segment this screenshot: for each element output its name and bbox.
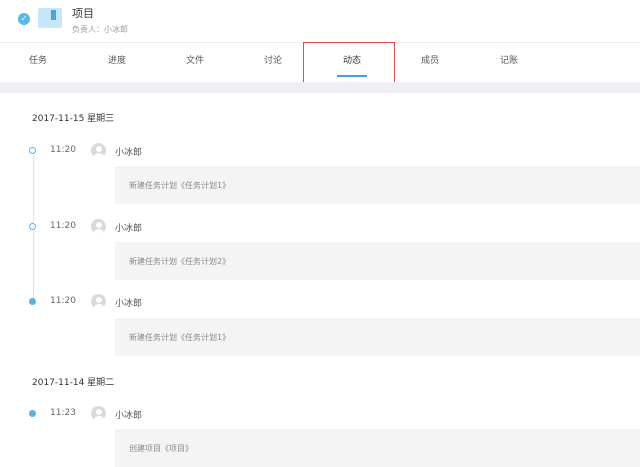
project-folder-icon — [38, 8, 62, 28]
avatar[interactable] — [91, 143, 106, 158]
date-heading: 2017-11-15 星期三 — [32, 114, 115, 124]
entry-time: 11:20 — [50, 221, 76, 231]
project-title[interactable]: 项目 — [72, 5, 94, 21]
timeline-dot — [29, 223, 36, 230]
timeline-dot — [29, 410, 36, 417]
date-heading: 2017-11-14 星期二 — [32, 378, 115, 388]
entry-user[interactable]: 小冰郎 — [115, 145, 142, 158]
entry-time: 11:20 — [50, 145, 76, 155]
avatar[interactable] — [91, 406, 106, 421]
entry-content-box[interactable]: 新建任务计划《任务计划1》 — [115, 166, 640, 204]
project-owner: 负责人：小冰郎 — [72, 25, 128, 34]
project-header: ✓ 项目 负责人：小冰郎 — [0, 0, 640, 43]
entry-user[interactable]: 小冰郎 — [115, 296, 142, 309]
entry-user[interactable]: 小冰郎 — [115, 408, 142, 421]
active-tab-highlight — [303, 42, 395, 83]
activity-feed — [12, 93, 640, 467]
tab-progress[interactable]: 进度 — [87, 43, 147, 81]
avatar[interactable] — [91, 294, 106, 309]
entry-content: 新建任务计划《任务计划1》 — [129, 181, 231, 190]
entry-user[interactable]: 小冰郎 — [115, 221, 142, 234]
entry-content: 创建项目《项目》 — [129, 444, 193, 453]
entry-content: 新建任务计划《任务计划2》 — [129, 257, 231, 266]
entry-time: 11:20 — [50, 296, 76, 306]
tab-discussion[interactable]: 讨论 — [243, 43, 303, 81]
tab-members[interactable]: 成员 — [400, 43, 460, 81]
section-divider — [0, 82, 640, 93]
avatar[interactable] — [91, 219, 106, 234]
timeline-dot — [29, 298, 36, 305]
entry-content-box[interactable]: 新建任务计划《任务计划2》 — [115, 242, 640, 280]
entry-content-box[interactable]: 创建项目《项目》 — [115, 429, 640, 467]
entry-content: 新建任务计划《任务计划1》 — [129, 333, 231, 342]
entry-content-box[interactable]: 新建任务计划《任务计划1》 — [115, 318, 640, 356]
timeline-dot — [29, 147, 36, 154]
check-icon[interactable]: ✓ — [18, 13, 30, 25]
tab-files[interactable]: 文件 — [165, 43, 225, 81]
tab-tasks[interactable]: 任务 — [8, 43, 68, 81]
tab-accounting[interactable]: 记账 — [479, 43, 539, 81]
entry-time: 11:23 — [50, 408, 76, 418]
